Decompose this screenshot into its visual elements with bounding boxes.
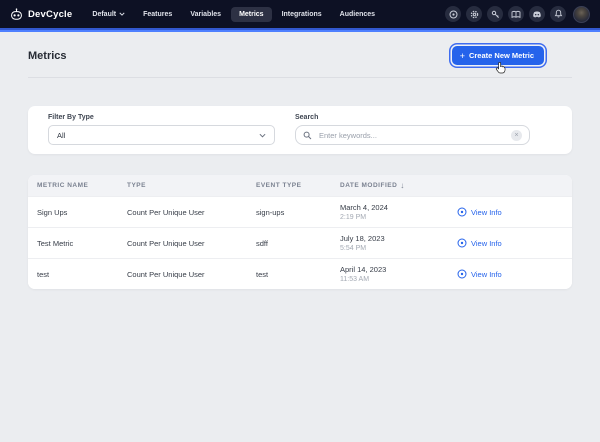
nav-item-integrations[interactable]: Integrations	[274, 7, 330, 22]
clear-search-icon[interactable]: ×	[511, 130, 522, 141]
chevron-down-icon	[259, 133, 266, 138]
brand-name: DevCycle	[28, 9, 72, 20]
nav-item-metrics[interactable]: Metrics	[231, 7, 272, 22]
eye-icon	[457, 238, 467, 248]
filter-card: Filter By Type All Search ×	[28, 106, 572, 154]
column-header-event-type: EVENT TYPE	[256, 182, 340, 189]
page-title: Metrics	[28, 50, 67, 62]
filter-by-type-label: Filter By Type	[48, 114, 275, 121]
create-new-metric-label: Create New Metric	[469, 51, 534, 60]
search-icon	[303, 131, 312, 140]
view-info-label: View Info	[471, 208, 502, 217]
table-row: Sign Ups Count Per Unique User sign-ups …	[28, 196, 572, 227]
view-info-button[interactable]: View Info	[457, 269, 572, 279]
chevron-down-icon	[119, 12, 125, 16]
date-text: July 18, 2023	[340, 234, 457, 243]
type-cell: Count Per Unique User	[127, 239, 256, 248]
main-nav: Default Features Variables Metrics Integ…	[84, 7, 383, 22]
page-header: Metrics + Create New Metric	[28, 32, 572, 77]
bell-icon[interactable]	[550, 6, 566, 22]
table-header-row: METRIC NAME TYPE EVENT TYPE DATE MODIFIE…	[28, 175, 572, 196]
type-select-value: All	[57, 131, 65, 140]
search-label: Search	[295, 114, 530, 121]
top-navbar: DevCycle Default Features Variables Metr…	[0, 0, 600, 28]
metric-name-cell: Test Metric	[37, 239, 127, 248]
column-header-type: TYPE	[127, 182, 256, 189]
user-avatar[interactable]	[573, 6, 590, 23]
time-text: 11:53 AM	[340, 276, 457, 283]
date-text: April 14, 2023	[340, 265, 457, 274]
column-header-metric-name: METRIC NAME	[37, 182, 127, 189]
date-modified-cell: April 14, 2023 11:53 AM	[340, 265, 457, 283]
nav-item-audiences[interactable]: Audiences	[332, 7, 383, 22]
eye-icon	[457, 207, 467, 217]
discord-icon[interactable]	[529, 6, 545, 22]
type-cell: Count Per Unique User	[127, 208, 256, 217]
plus-icon: +	[460, 53, 465, 59]
nav-item-features[interactable]: Features	[135, 7, 180, 22]
date-text: March 4, 2024	[340, 203, 457, 212]
search-field: Search ×	[295, 114, 530, 145]
event-type-cell: sdff	[256, 239, 340, 248]
filter-by-type-field: Filter By Type All	[48, 114, 275, 145]
metrics-table: METRIC NAME TYPE EVENT TYPE DATE MODIFIE…	[28, 175, 572, 289]
project-selector-label: Default	[92, 11, 116, 18]
sort-descending-icon: ↓	[400, 181, 405, 190]
table-row: Test Metric Count Per Unique User sdff J…	[28, 227, 572, 258]
nav-item-variables[interactable]: Variables	[182, 7, 229, 22]
metric-name-cell: test	[37, 270, 127, 279]
event-type-cell: sign-ups	[256, 208, 340, 217]
view-info-button[interactable]: View Info	[457, 207, 572, 217]
type-cell: Count Per Unique User	[127, 270, 256, 279]
gear-icon[interactable]	[466, 6, 482, 22]
main-content: Metrics + Create New Metric Filter By Ty…	[0, 32, 600, 289]
brand-logo[interactable]: DevCycle	[10, 8, 72, 21]
project-selector[interactable]: Default	[84, 7, 133, 22]
key-icon[interactable]	[487, 6, 503, 22]
navbar-actions	[445, 6, 590, 23]
time-text: 5:54 PM	[340, 245, 457, 252]
date-modified-cell: March 4, 2024 2:19 PM	[340, 203, 457, 221]
column-header-date-modified[interactable]: DATE MODIFIED ↓	[340, 181, 457, 190]
type-select[interactable]: All	[48, 125, 275, 145]
metric-name-cell: Sign Ups	[37, 208, 127, 217]
view-info-label: View Info	[471, 239, 502, 248]
create-new-metric-button[interactable]: + Create New Metric	[452, 46, 544, 65]
header-divider	[28, 77, 572, 78]
event-type-cell: test	[256, 270, 340, 279]
search-box: ×	[295, 125, 530, 145]
date-modified-cell: July 18, 2023 5:54 PM	[340, 234, 457, 252]
eye-icon	[457, 269, 467, 279]
target-icon[interactable]	[445, 6, 461, 22]
search-input[interactable]	[317, 130, 506, 141]
view-info-label: View Info	[471, 270, 502, 279]
date-modified-label: DATE MODIFIED	[340, 182, 397, 189]
table-row: test Count Per Unique User test April 14…	[28, 258, 572, 289]
view-info-button[interactable]: View Info	[457, 238, 572, 248]
time-text: 2:19 PM	[340, 214, 457, 221]
book-icon[interactable]	[508, 6, 524, 22]
devcycle-robot-icon	[10, 8, 23, 21]
